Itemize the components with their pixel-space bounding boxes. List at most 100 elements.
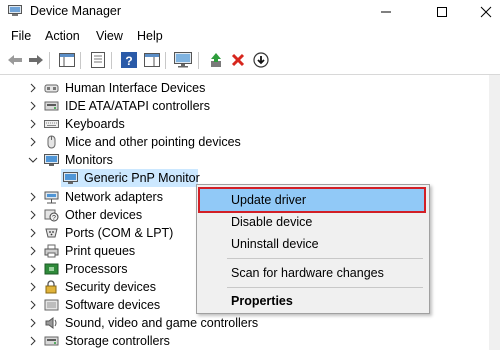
- update-driver-menu-item[interactable]: Update driver: [198, 187, 426, 213]
- forward-button[interactable]: [27, 51, 45, 69]
- keyboard-icon: [44, 120, 59, 128]
- chevron-right-icon[interactable]: [27, 244, 39, 258]
- minimize-icon: [381, 11, 391, 13]
- monitor-icon: [63, 172, 78, 184]
- toolbar-separator: [165, 52, 166, 69]
- update-driver-label: Update driver: [231, 193, 307, 207]
- ide-icon: [44, 101, 59, 111]
- chevron-right-icon[interactable]: [27, 280, 39, 294]
- menu-help[interactable]: Help: [137, 29, 163, 43]
- device-manager-icon: [8, 5, 22, 16]
- uninstall-icon: [231, 53, 245, 67]
- tree-item-label: Mice and other pointing devices: [65, 135, 241, 149]
- disable-device-label: Disable device: [231, 215, 313, 229]
- chevron-right-icon[interactable]: [27, 99, 39, 113]
- chevron-right-icon[interactable]: [27, 117, 39, 131]
- scan-hardware-label: Scan for hardware changes: [231, 266, 384, 280]
- storage-icon: [44, 336, 59, 346]
- security-icon: [45, 280, 57, 294]
- enable-device-toolbar-button[interactable]: [252, 51, 270, 69]
- chevron-right-icon[interactable]: [27, 135, 39, 149]
- properties-label: Properties: [231, 294, 293, 308]
- uninstall-device-label: Uninstall device: [231, 237, 319, 251]
- tree-item-monitors[interactable]: Monitors: [0, 151, 490, 169]
- chevron-right-icon[interactable]: [27, 81, 39, 95]
- monitor-icon: [44, 154, 59, 166]
- maximize-button[interactable]: [419, 0, 465, 24]
- chevron-down-icon[interactable]: [27, 153, 39, 167]
- uninstall-device-menu-item[interactable]: Uninstall device: [200, 233, 424, 255]
- help-icon: ?: [121, 52, 137, 68]
- svg-text:?: ?: [52, 215, 56, 222]
- processor-icon: [44, 263, 59, 275]
- enable-device-icon: [253, 52, 269, 68]
- scan-hardware-button[interactable]: [174, 51, 192, 69]
- update-driver-toolbar-button[interactable]: [207, 51, 225, 69]
- menu-separator: [227, 258, 423, 259]
- properties-menu-item[interactable]: Properties: [200, 290, 424, 312]
- tree-item-label: Storage controllers: [65, 334, 170, 348]
- uninstall-toolbar-button[interactable]: [229, 51, 247, 69]
- console-tree-icon: [59, 53, 75, 67]
- help-button[interactable]: ?: [120, 51, 138, 69]
- other-device-icon: ?: [44, 209, 59, 222]
- chevron-right-icon[interactable]: [27, 226, 39, 240]
- tree-item-keyboards[interactable]: Keyboards: [0, 115, 490, 133]
- scan-hardware-menu-item[interactable]: Scan for hardware changes: [200, 262, 424, 284]
- toolbar-separator: [198, 52, 199, 69]
- tree-item-label: Keyboards: [65, 117, 125, 131]
- menu-action[interactable]: Action: [45, 29, 80, 43]
- tree-item-sound-video[interactable]: Sound, video and game controllers: [0, 314, 490, 332]
- tree-item-label: Human Interface Devices: [65, 81, 206, 95]
- forward-arrow-icon: [29, 55, 43, 65]
- show-hide-console-button[interactable]: [58, 51, 76, 69]
- action-pane-button[interactable]: [143, 51, 161, 69]
- menu-view[interactable]: View: [96, 29, 123, 43]
- window-title: Device Manager: [30, 4, 122, 18]
- mouse-icon: [47, 135, 56, 149]
- tree-item-label: Processors: [65, 262, 128, 276]
- chevron-right-icon[interactable]: [27, 262, 39, 276]
- back-arrow-icon: [8, 55, 22, 65]
- maximize-icon: [437, 7, 447, 17]
- tree-item-label: Other devices: [65, 208, 143, 222]
- update-driver-icon: [211, 53, 221, 67]
- hid-icon: [44, 84, 59, 93]
- chevron-right-icon[interactable]: [27, 298, 39, 312]
- monitor-icon: [174, 52, 192, 68]
- disable-device-menu-item[interactable]: Disable device: [200, 211, 424, 233]
- tree-item-label: Print queues: [65, 244, 136, 258]
- tree-item-label: Security devices: [65, 280, 157, 294]
- close-button[interactable]: [463, 0, 500, 24]
- properties-icon: [91, 52, 105, 68]
- tree-item-mice[interactable]: Mice and other pointing devices: [0, 133, 490, 151]
- toolbar-separator: [49, 52, 50, 69]
- context-menu: Update driver Disable device Uninstall d…: [196, 184, 430, 314]
- tree-item-label: Network adapters: [65, 190, 163, 204]
- chevron-right-icon[interactable]: [27, 316, 39, 330]
- toolbar-separator: [111, 52, 112, 69]
- tree-item-label: Software devices: [65, 298, 161, 312]
- printer-icon: [44, 244, 59, 258]
- tree-item-ide-controllers[interactable]: IDE ATA/ATAPI controllers: [0, 97, 490, 115]
- tree-item-human-interface-devices[interactable]: Human Interface Devices: [0, 79, 490, 97]
- tree-item-label: IDE ATA/ATAPI controllers: [65, 99, 210, 113]
- properties-button[interactable]: [89, 51, 107, 69]
- chevron-right-icon[interactable]: [27, 334, 39, 348]
- action-pane-icon: [144, 53, 160, 67]
- menu-separator: [227, 287, 423, 288]
- toolbar: ?: [0, 48, 500, 72]
- menu-file[interactable]: File: [11, 29, 31, 43]
- minimize-button[interactable]: [363, 0, 409, 24]
- chevron-right-icon[interactable]: [27, 208, 39, 222]
- network-icon: [44, 191, 59, 204]
- svg-text:?: ?: [125, 54, 132, 68]
- sound-icon: [45, 317, 57, 329]
- close-icon: [480, 6, 492, 18]
- vertical-scrollbar[interactable]: [489, 75, 500, 350]
- tree-item-storage-controllers[interactable]: Storage controllers: [0, 332, 490, 350]
- back-button[interactable]: [6, 51, 24, 69]
- tree-item-label: Generic PnP Monitor: [84, 171, 200, 185]
- toolbar-separator: [80, 52, 81, 69]
- chevron-right-icon[interactable]: [27, 190, 39, 204]
